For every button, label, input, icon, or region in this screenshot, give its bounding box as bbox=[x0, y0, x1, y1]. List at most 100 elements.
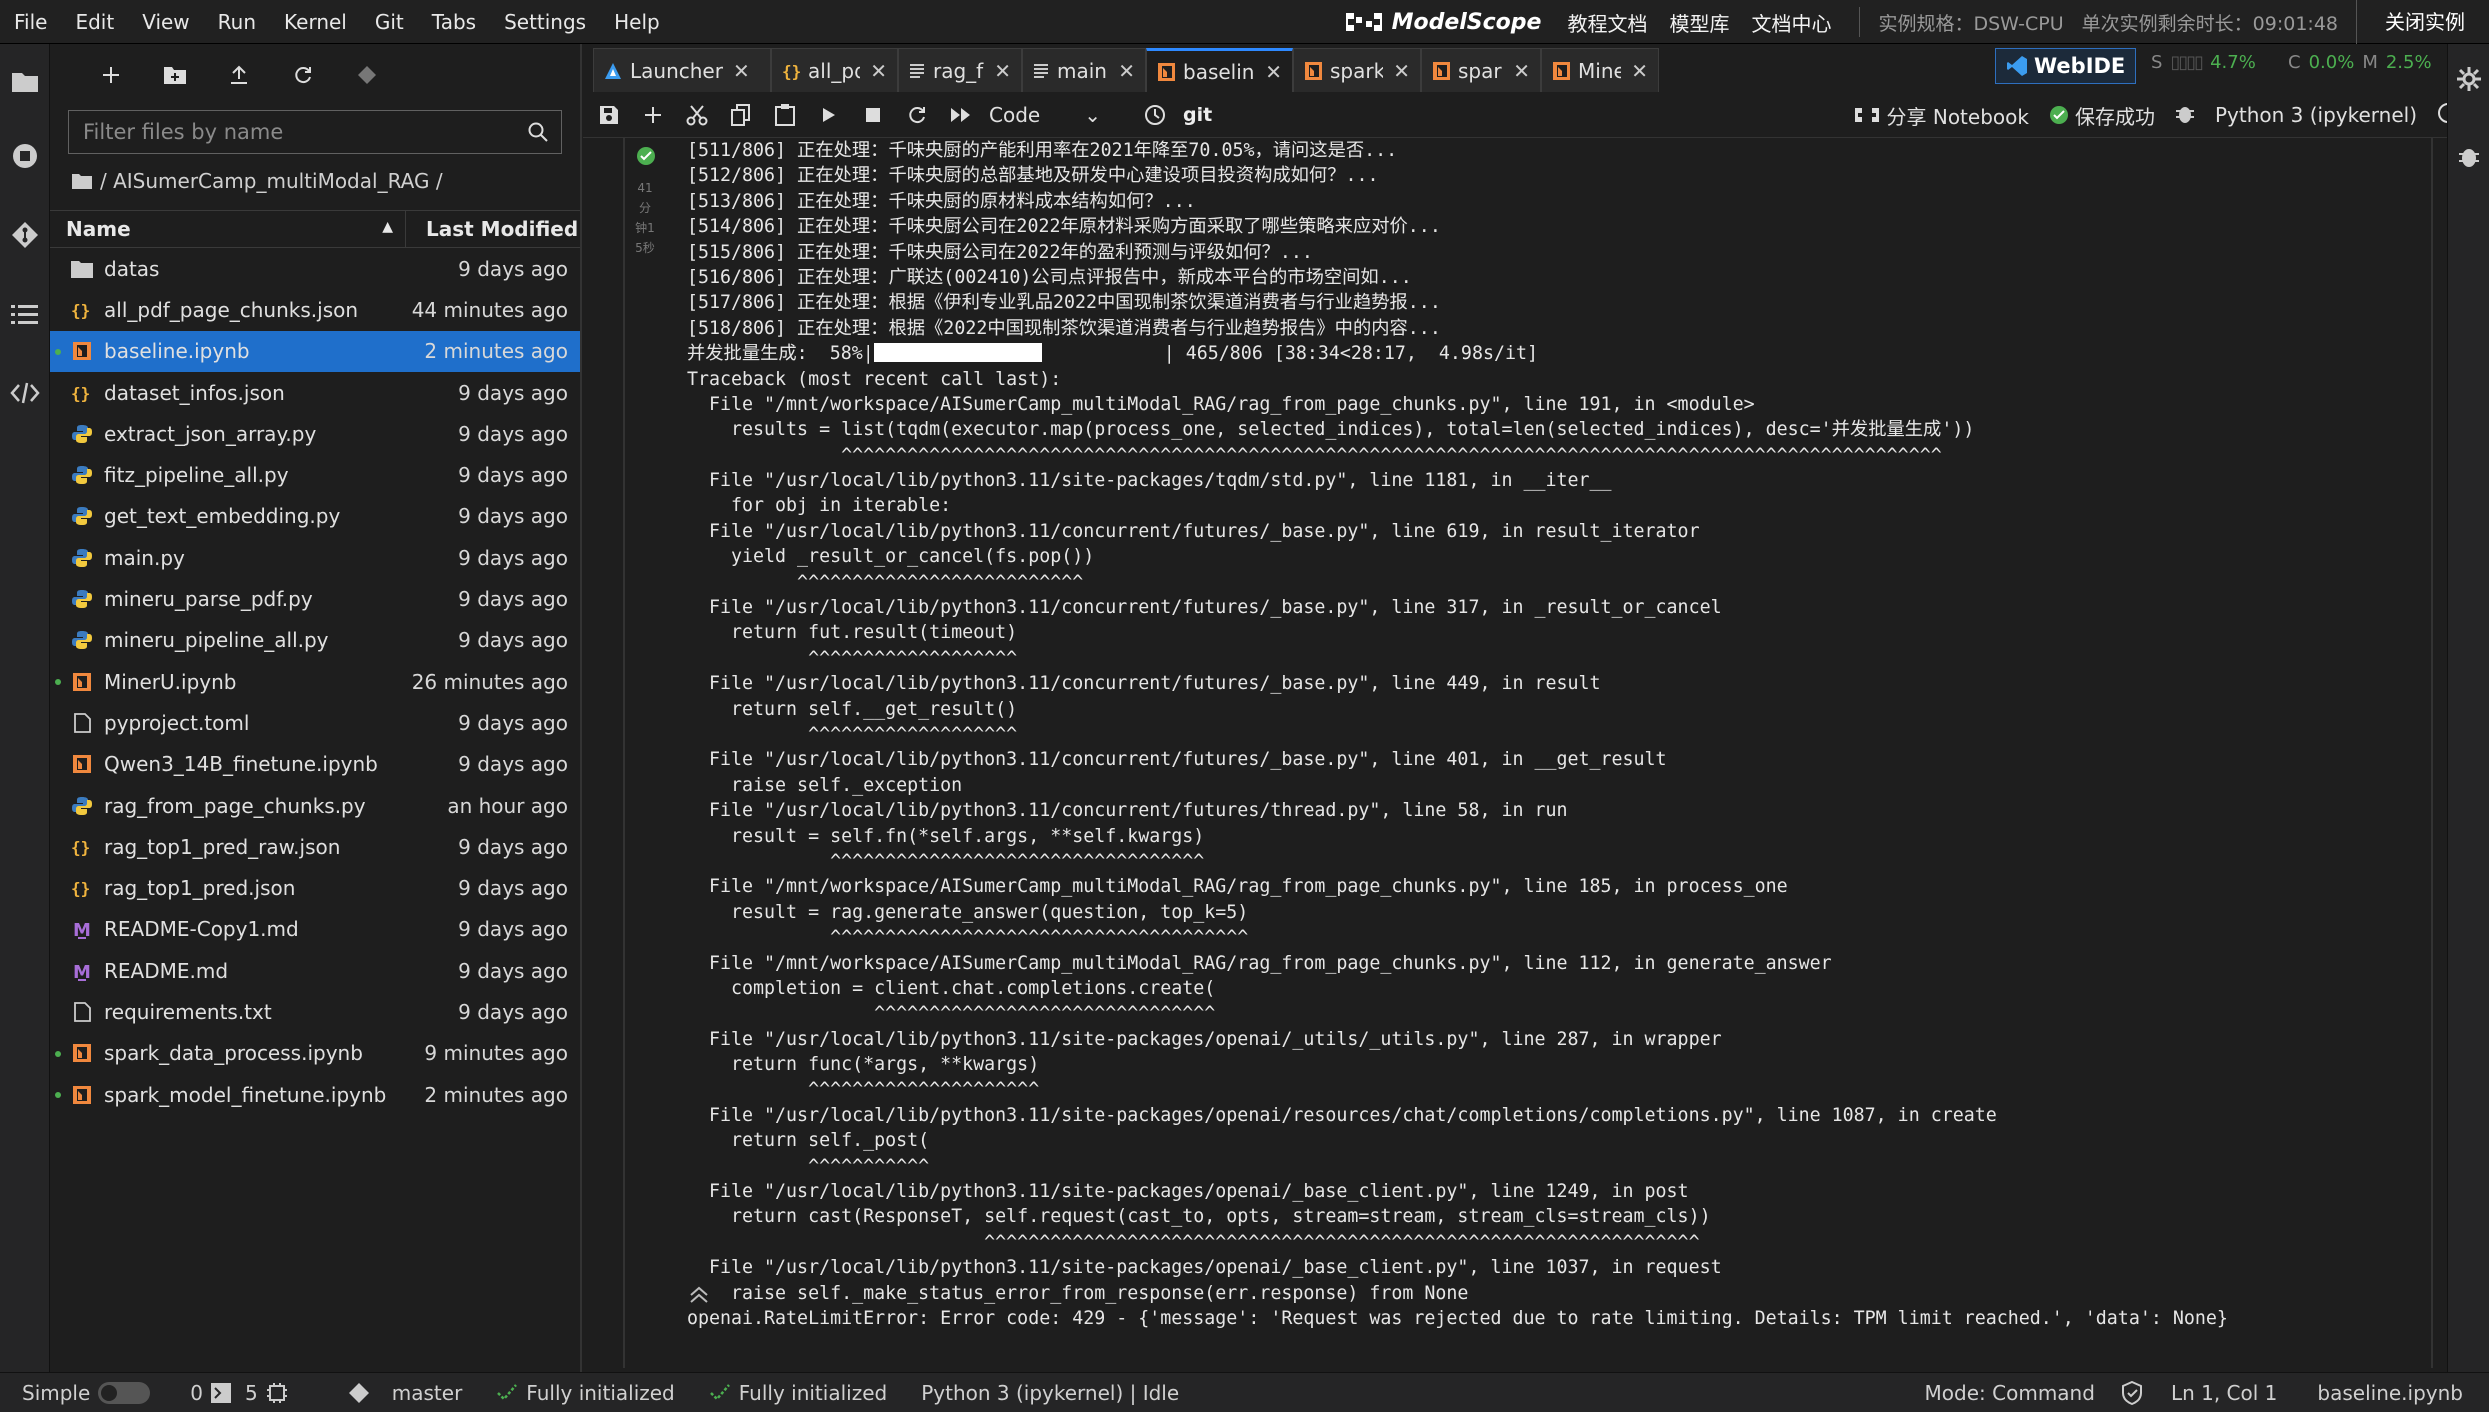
share-notebook-button[interactable]: 分享 Notebook bbox=[1853, 101, 2029, 130]
git-clone-button[interactable] bbox=[340, 55, 394, 95]
lsp-status[interactable]: Fully initialized bbox=[496, 1381, 675, 1405]
cell-type-select[interactable]: Code ⌄ bbox=[989, 103, 1109, 127]
close-instance-button[interactable]: 关闭实例 bbox=[2356, 0, 2489, 44]
notebook-icon bbox=[1432, 61, 1450, 80]
tab-spark-data-p[interactable]: spark_data_p ✕ bbox=[1421, 48, 1541, 92]
status-bar: Simple 0 5 master Fully initialized Full… bbox=[0, 1372, 2489, 1412]
terminal-count-value: 0 bbox=[190, 1380, 204, 1405]
file-name: main.py bbox=[104, 545, 185, 570]
file-row[interactable]: fitz_pipeline_all.py 9 days ago bbox=[50, 454, 580, 495]
new-launcher-button[interactable] bbox=[84, 55, 138, 95]
close-icon[interactable]: ✕ bbox=[1513, 59, 1530, 83]
tab-all-pdf-page[interactable]: {} all_pdf_page ✕ bbox=[771, 48, 898, 92]
bug-icon[interactable] bbox=[2175, 102, 2195, 129]
run-button[interactable] bbox=[807, 95, 851, 135]
tab-main-py[interactable]: main.py ✕ bbox=[1022, 48, 1146, 92]
tutorial-link[interactable]: 教程文档 bbox=[1567, 8, 1647, 37]
file-row[interactable]: rag_from_page_chunks.py an hour ago bbox=[50, 785, 580, 826]
menu-edit[interactable]: Edit bbox=[61, 0, 128, 44]
menu-kernel[interactable]: Kernel bbox=[270, 0, 361, 44]
mode-indicator[interactable]: Mode: Command bbox=[1925, 1381, 2095, 1405]
docs-link[interactable]: 文档中心 bbox=[1751, 8, 1831, 37]
file-row[interactable]: M README-Copy1.md 9 days ago bbox=[50, 909, 580, 950]
file-row[interactable]: {} dataset_infos.json 9 days ago bbox=[50, 372, 580, 413]
filter-placeholder: Filter files by name bbox=[83, 120, 284, 144]
lsp-status[interactable]: Fully initialized bbox=[709, 1381, 887, 1405]
file-row[interactable]: MinerU.ipynb 26 minutes ago bbox=[50, 661, 580, 702]
menu-help[interactable]: Help bbox=[600, 0, 674, 44]
debugger-icon[interactable] bbox=[2458, 144, 2480, 172]
file-row[interactable]: get_text_embedding.py 9 days ago bbox=[50, 496, 580, 537]
output-line: File "/usr/local/lib/python3.11/site-pac… bbox=[687, 1181, 1689, 1203]
menu-settings[interactable]: Settings bbox=[490, 0, 600, 44]
kernel-count[interactable]: 5 bbox=[245, 1381, 288, 1405]
close-icon[interactable]: ✕ bbox=[1118, 59, 1135, 83]
history-icon[interactable] bbox=[1133, 95, 1177, 135]
property-inspector-icon[interactable] bbox=[2456, 66, 2482, 96]
toggle-switch[interactable] bbox=[98, 1381, 151, 1404]
modified-column-header[interactable]: Last Modified bbox=[405, 210, 580, 248]
restart-button[interactable] bbox=[895, 95, 939, 135]
tab-spark-mode[interactable]: spark_mode ✕ bbox=[1293, 48, 1421, 92]
close-icon[interactable]: ✕ bbox=[1393, 59, 1410, 83]
upload-button[interactable] bbox=[212, 55, 266, 95]
model-hub-link[interactable]: 模型库 bbox=[1669, 8, 1729, 37]
simple-mode-toggle[interactable]: Simple bbox=[22, 1381, 151, 1405]
paste-button[interactable] bbox=[763, 95, 807, 135]
code-icon[interactable] bbox=[9, 377, 41, 409]
tab-rag-from-pa[interactable]: rag_from_pa ✕ bbox=[898, 48, 1022, 92]
menu-run[interactable]: Run bbox=[204, 0, 270, 44]
close-icon[interactable]: ✕ bbox=[1265, 60, 1282, 84]
file-row[interactable]: baseline.ipynb 2 minutes ago bbox=[50, 330, 580, 372]
refresh-button[interactable] bbox=[276, 55, 330, 95]
file-row[interactable]: Qwen3_14B_finetune.ipynb 9 days ago bbox=[50, 744, 580, 785]
file-row[interactable]: spark_model_finetune.ipynb 2 minutes ago bbox=[50, 1074, 580, 1115]
share-icon bbox=[1854, 108, 1879, 122]
running-icon[interactable] bbox=[9, 140, 41, 172]
copy-button[interactable] bbox=[719, 95, 763, 135]
file-filter-input[interactable]: Filter files by name bbox=[68, 110, 562, 154]
file-row[interactable]: {} all_pdf_page_chunks.json 44 minutes ago bbox=[50, 289, 580, 330]
modelscope-logo[interactable]: ModelScope bbox=[1344, 9, 1541, 35]
file-row[interactable]: {} rag_top1_pred.json 9 days ago bbox=[50, 867, 580, 908]
cut-button[interactable] bbox=[675, 95, 719, 135]
terminal-count[interactable]: 0 bbox=[190, 1380, 232, 1405]
tab-launcher[interactable]: Launcher ✕ bbox=[593, 48, 771, 92]
file-row[interactable]: {} rag_top1_pred_raw.json 9 days ago bbox=[50, 826, 580, 867]
new-folder-button[interactable] bbox=[148, 55, 202, 95]
file-row[interactable]: M README.md 9 days ago bbox=[50, 950, 580, 991]
kernel-name[interactable]: Python 3 (ipykernel) bbox=[2215, 103, 2417, 127]
kernel-status[interactable]: Python 3 (ipykernel) | Idle bbox=[921, 1381, 1179, 1405]
insert-cell-button[interactable] bbox=[631, 95, 675, 135]
file-row[interactable]: spark_data_process.ipynb 9 minutes ago bbox=[50, 1033, 580, 1074]
git-branch[interactable]: master bbox=[348, 1381, 462, 1405]
menu-tabs[interactable]: Tabs bbox=[418, 0, 490, 44]
git-button[interactable]: git bbox=[1183, 104, 1212, 126]
webide-button[interactable]: WebIDE bbox=[1995, 48, 2137, 84]
save-button[interactable] bbox=[587, 95, 631, 135]
file-row[interactable]: requirements.txt 9 days ago bbox=[50, 991, 580, 1032]
file-row[interactable]: datas 9 days ago bbox=[50, 248, 580, 289]
tab-mineru-ipy[interactable]: MinerU.ipy ✕ bbox=[1541, 48, 1659, 92]
toc-icon[interactable] bbox=[9, 298, 41, 330]
menu-git[interactable]: Git bbox=[361, 0, 418, 44]
close-icon[interactable]: ✕ bbox=[733, 59, 750, 83]
stop-button[interactable] bbox=[851, 95, 895, 135]
menu-view[interactable]: View bbox=[128, 0, 203, 44]
file-row[interactable]: main.py 9 days ago bbox=[50, 537, 580, 578]
git-icon[interactable] bbox=[9, 219, 41, 251]
run-all-button[interactable] bbox=[939, 95, 983, 135]
menu-file[interactable]: File bbox=[0, 0, 61, 44]
cursor-position[interactable]: Ln 1, Col 1 bbox=[2171, 1381, 2277, 1405]
name-column-header[interactable]: Name ▲ bbox=[50, 217, 405, 241]
close-icon[interactable]: ✕ bbox=[994, 59, 1011, 83]
breadcrumb-path[interactable]: / AISumerCamp_multiModal_RAG / bbox=[100, 169, 443, 193]
close-icon[interactable]: ✕ bbox=[1631, 59, 1648, 83]
file-row[interactable]: extract_json_array.py 9 days ago bbox=[50, 413, 580, 454]
close-icon[interactable]: ✕ bbox=[870, 59, 887, 83]
folder-icon[interactable] bbox=[9, 66, 41, 98]
file-row[interactable]: pyproject.toml 9 days ago bbox=[50, 702, 580, 743]
tab-baseline-ipy-[interactable]: baseline.ipyı ✕ bbox=[1146, 48, 1293, 92]
file-row[interactable]: mineru_pipeline_all.py 9 days ago bbox=[50, 620, 580, 661]
file-row[interactable]: mineru_parse_pdf.py 9 days ago bbox=[50, 578, 580, 619]
